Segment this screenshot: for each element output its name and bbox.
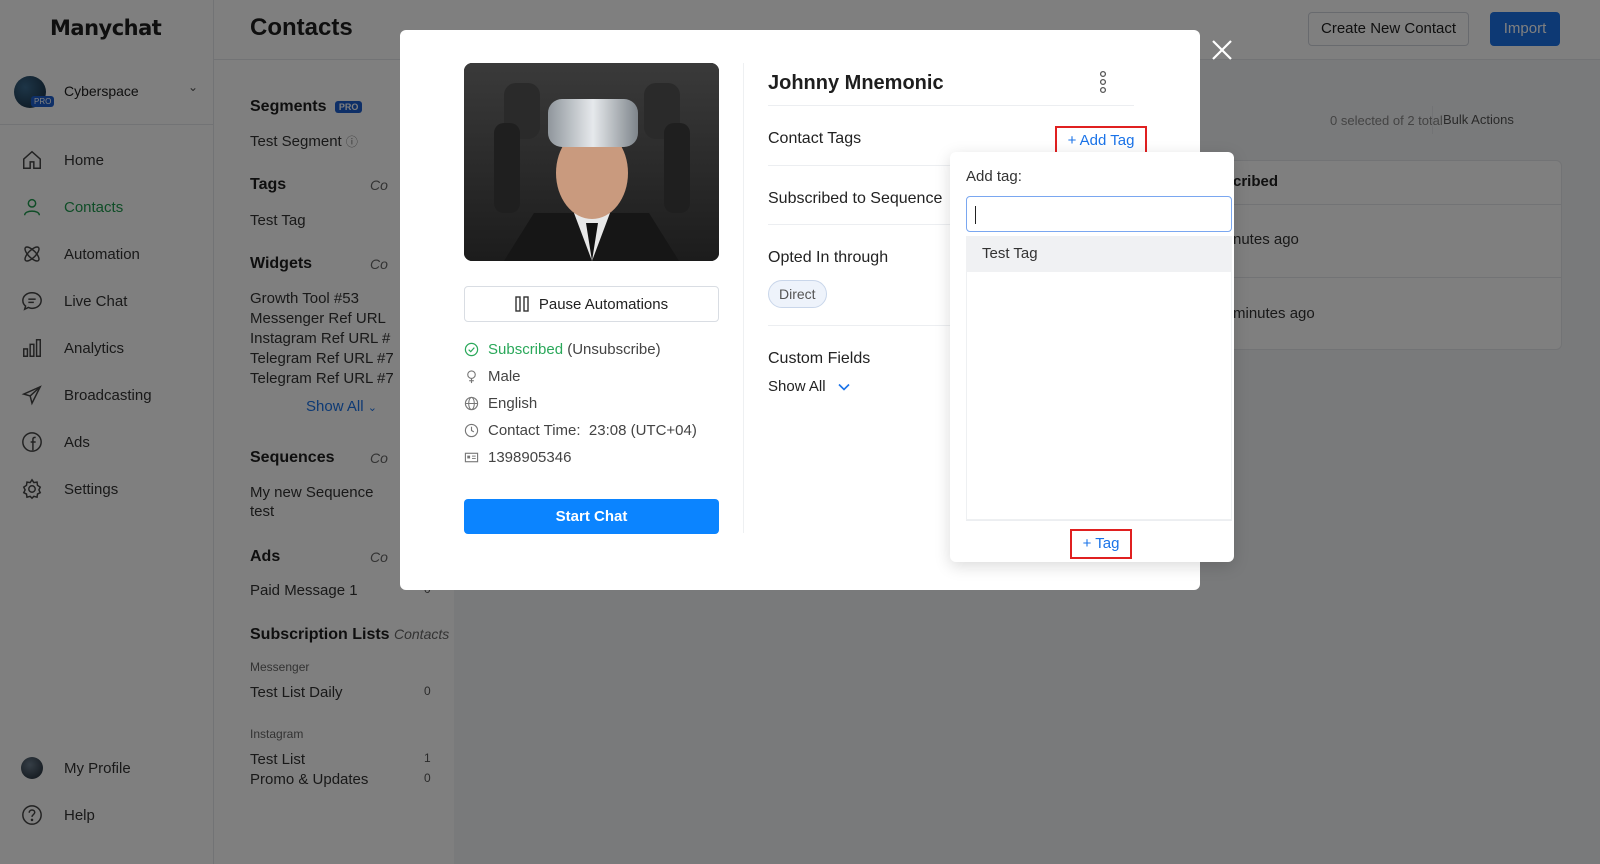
contact-time-value: 23:08 (UTC+04) xyxy=(588,421,697,439)
subscribed-to-sequence-label: Subscribed to Sequence xyxy=(768,190,943,207)
subscription-status: Subscribed (Unsubscribe) xyxy=(464,338,661,360)
subscribed-status: Subscribed xyxy=(488,340,564,358)
start-chat-button[interactable]: Start Chat xyxy=(464,499,719,534)
close-icon[interactable] xyxy=(1208,36,1236,64)
unsubscribe-link[interactable]: (Unsubscribe) xyxy=(567,341,660,358)
contact-photo xyxy=(464,63,719,261)
add-tag-label: Add tag: xyxy=(966,168,1022,185)
pause-icon xyxy=(515,296,529,312)
contact-time-label: Contact Time: xyxy=(488,421,581,439)
contact-tags-label: Contact Tags xyxy=(768,130,862,147)
contact-name: Johnny Mnemonic xyxy=(768,72,944,94)
tag-search-input[interactable] xyxy=(966,196,1232,232)
pause-automations-button[interactable]: Pause Automations xyxy=(464,286,719,322)
more-options-icon[interactable] xyxy=(1096,70,1110,94)
text-cursor xyxy=(975,206,976,224)
check-circle-icon xyxy=(464,341,480,357)
clock-icon xyxy=(464,422,480,438)
id-card-icon xyxy=(464,449,480,465)
contact-time-row: Contact Time: 23:08 (UTC+04) xyxy=(464,419,697,441)
opted-in-label: Opted In through xyxy=(768,249,889,266)
contact-id-value[interactable]: 1398905346 xyxy=(488,449,571,466)
create-tag-button[interactable]: + Tag xyxy=(1070,529,1132,559)
gender-value: Male xyxy=(488,367,521,385)
chevron-down-icon xyxy=(838,378,850,395)
add-tag-dropdown: Add tag: Test Tag + Tag xyxy=(950,152,1234,562)
globe-icon xyxy=(464,395,480,411)
language-row: English xyxy=(464,392,537,414)
tag-option[interactable]: Test Tag xyxy=(966,236,1232,272)
custom-fields-show-all-link[interactable]: Show All xyxy=(768,378,850,395)
language-value: English xyxy=(488,394,538,412)
dropdown-footer: + Tag xyxy=(966,520,1232,564)
gender-row: Male xyxy=(464,365,521,387)
tag-options-list xyxy=(966,236,1232,520)
divider xyxy=(743,63,744,533)
custom-fields-label: Custom Fields xyxy=(768,350,871,367)
gender-icon xyxy=(464,368,480,384)
divider xyxy=(768,105,1134,106)
opted-in-chip: Direct xyxy=(768,280,827,308)
contact-id-row: 1398905346 xyxy=(464,446,571,468)
